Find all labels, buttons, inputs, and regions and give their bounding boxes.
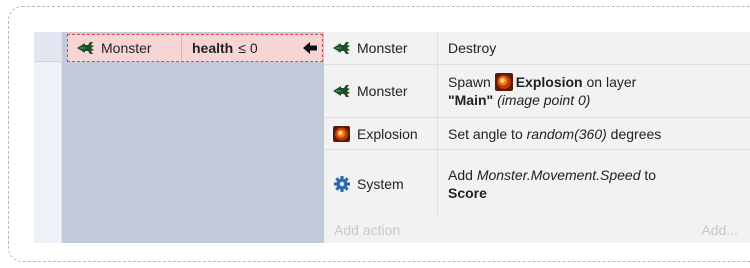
monster-icon bbox=[333, 42, 350, 54]
event-gutter-handle[interactable] bbox=[34, 32, 62, 62]
action-object-name: System bbox=[357, 175, 404, 192]
arrow-left-icon bbox=[303, 42, 317, 54]
action-row[interactable]: Monster Spawn Explosion on layer "Main" … bbox=[324, 65, 750, 118]
condition-value: 0 bbox=[249, 40, 258, 56]
action-text-pre: Add bbox=[448, 166, 473, 183]
action-row[interactable]: Monster Destroy bbox=[324, 32, 750, 65]
action-text: Destroy bbox=[448, 40, 497, 56]
action-row[interactable]: System Add Monster.Movement.Speed to Sco… bbox=[324, 150, 750, 217]
explosion-icon bbox=[494, 73, 513, 91]
action-text-mid: to bbox=[644, 166, 657, 183]
action-spawn-target: Explosion bbox=[515, 74, 583, 90]
action-object: System bbox=[324, 150, 438, 217]
monster-icon bbox=[77, 42, 94, 54]
condition-text: health ≤ 0 bbox=[182, 35, 322, 61]
condition-object-name: Monster bbox=[101, 40, 152, 56]
action-text-pre: Spawn bbox=[448, 74, 491, 90]
action-row[interactable]: Explosion Set angle to random(360) degre… bbox=[324, 118, 750, 150]
action-text-mid: on layer bbox=[586, 74, 637, 90]
action-description: Spawn Explosion on layer "Main" (image p… bbox=[438, 65, 750, 117]
action-object: Monster bbox=[324, 32, 438, 64]
monster-icon bbox=[333, 85, 350, 97]
action-target-variable: Score bbox=[448, 184, 487, 201]
action-description: Set angle to random(360) degrees bbox=[438, 118, 750, 149]
conditions-block[interactable] bbox=[62, 32, 324, 243]
add-more-link[interactable]: Add... bbox=[701, 222, 738, 238]
action-object: Monster bbox=[324, 65, 438, 117]
action-layer-name: "Main" bbox=[448, 92, 494, 108]
action-text-post: (image point 0) bbox=[497, 92, 591, 108]
action-object: Explosion bbox=[324, 118, 438, 149]
condition-row[interactable]: Monster health ≤ 0 bbox=[67, 34, 323, 62]
event-gutter[interactable] bbox=[34, 32, 62, 243]
action-text-pre: Set angle to bbox=[448, 125, 523, 142]
action-expression: Monster.Movement.Speed bbox=[476, 166, 641, 183]
action-text-post: degrees bbox=[610, 125, 662, 142]
condition-object: Monster bbox=[68, 35, 182, 61]
action-object-name: Explosion bbox=[357, 125, 418, 142]
actions-block: Monster Destroy Monster Spawn Explosion … bbox=[324, 32, 750, 243]
action-description: Destroy bbox=[438, 32, 750, 64]
condition-operator: ≤ bbox=[238, 40, 246, 56]
explosion-icon bbox=[333, 125, 350, 142]
action-description: Add Monster.Movement.Speed to Score bbox=[438, 150, 750, 217]
add-action-row: Add action Add... bbox=[324, 217, 750, 243]
action-object-name: Monster bbox=[357, 83, 408, 99]
action-object-name: Monster bbox=[357, 40, 408, 56]
action-expression: random(360) bbox=[526, 125, 607, 142]
event-sheet: Monster health ≤ 0 Monster Destroy Monst… bbox=[34, 32, 750, 243]
condition-keyword: health bbox=[192, 40, 234, 56]
gear-icon bbox=[334, 175, 350, 192]
add-action-link[interactable]: Add action bbox=[334, 222, 400, 238]
